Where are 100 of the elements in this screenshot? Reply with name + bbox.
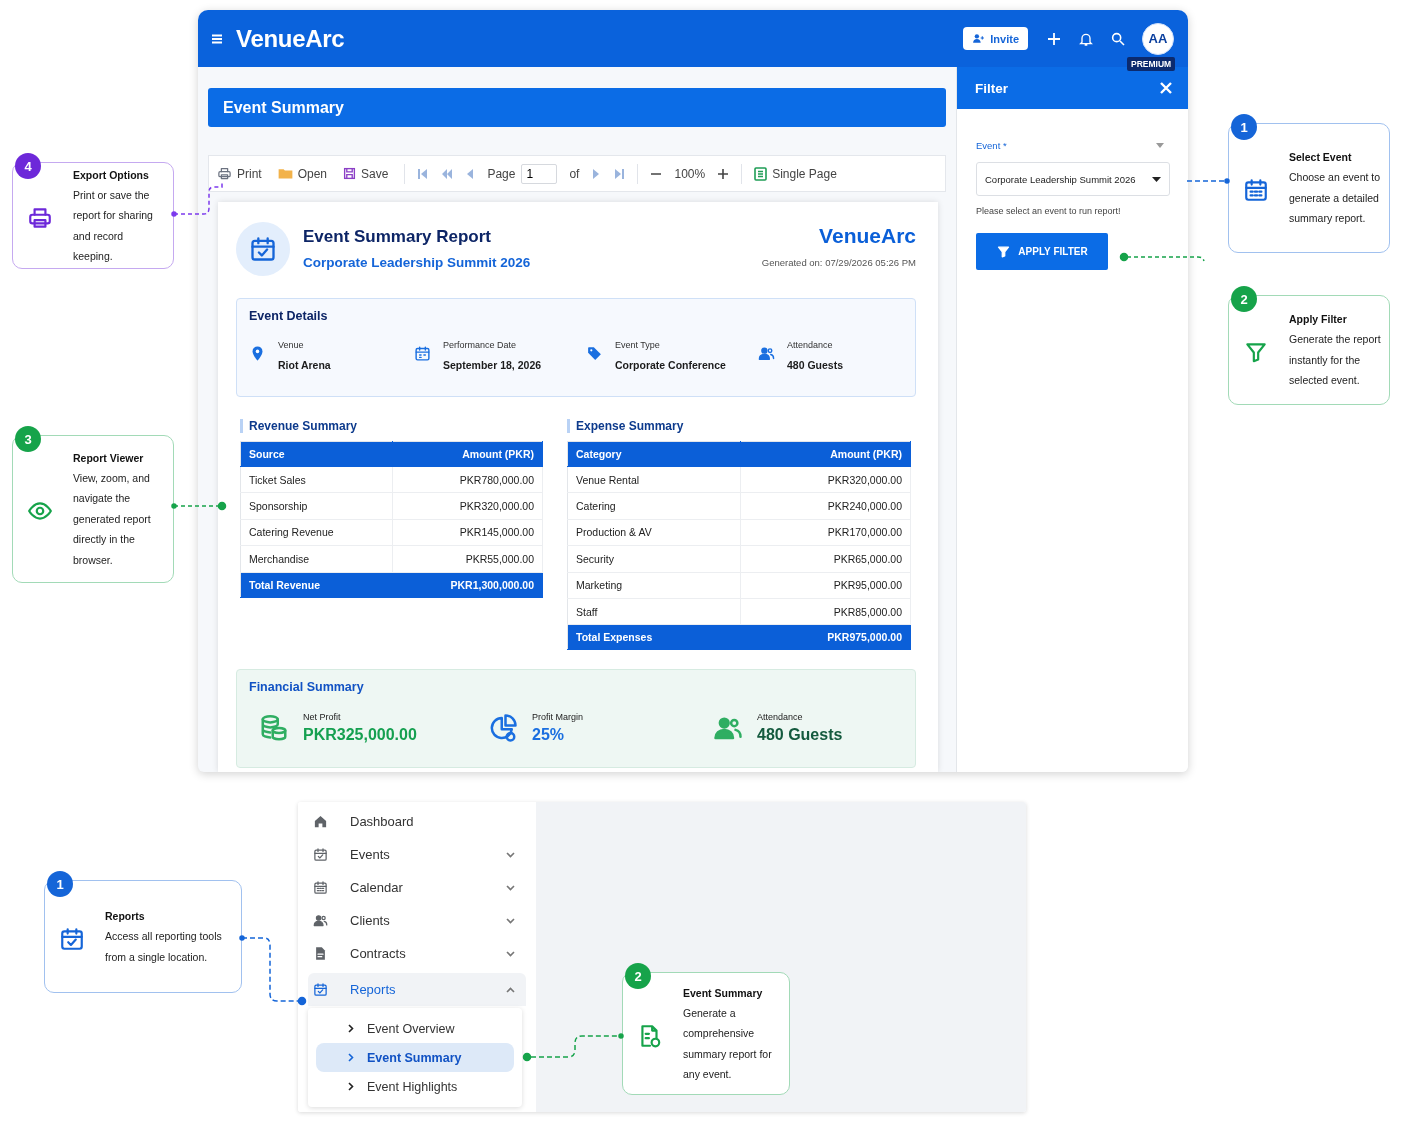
section-title: Revenue Summary: [240, 419, 543, 433]
total-value: PKR975,000.00: [740, 624, 911, 650]
callout-text: Generate the report instantly for the selected event.: [1289, 332, 1381, 389]
submenu-item[interactable]: Event Summary: [316, 1043, 514, 1072]
column-header: Amount (PKR): [392, 441, 543, 467]
table-cell: PKR240,000.00: [740, 492, 911, 520]
page-label: Page: [487, 166, 516, 181]
column-header: Category: [567, 441, 741, 467]
table-cell: Staff: [567, 598, 741, 625]
table-cell: Marketing: [567, 572, 741, 599]
invite-button[interactable]: Invite: [963, 27, 1028, 50]
table-cell: Venue Rental: [567, 466, 741, 493]
sidebar-item[interactable]: Reports: [308, 973, 526, 1006]
total-label: Total Expenses: [567, 624, 741, 650]
callout-title: Report Viewer: [73, 451, 145, 464]
document-icon: [313, 946, 328, 961]
callout-title: Select Event: [1289, 151, 1353, 164]
table-cell: PKR95,000.00: [740, 572, 911, 599]
step-number: 2: [625, 963, 651, 989]
connector-line: [239, 935, 307, 1006]
calendar-icon: [414, 345, 431, 362]
section-title: Expense Summary: [567, 419, 911, 433]
table-cell: Catering: [567, 492, 741, 520]
table-cell: PKR780,000.00: [392, 466, 543, 493]
apply-filter-button[interactable]: APPLY FILTER: [976, 233, 1108, 270]
calendar-icon: [313, 880, 328, 895]
connector-line: [171, 182, 223, 217]
detail-label: Venue: [278, 340, 305, 350]
table-cell: Security: [567, 545, 741, 573]
callout-text: Print or save the report for sharing and record keeping.: [73, 187, 154, 264]
metric-value: 25%: [532, 726, 566, 745]
sidebar-item[interactable]: Contracts: [308, 937, 526, 970]
table-cell: PKR65,000.00: [740, 545, 911, 573]
field-label: Event *: [976, 140, 1007, 151]
sidebar-item[interactable]: Clients: [308, 904, 526, 937]
calendar-check-icon: [313, 847, 328, 862]
chevron-icon: [348, 1053, 354, 1062]
total-value: PKR1,300,000.00: [392, 572, 543, 598]
table-cell: Production & AV: [567, 519, 741, 546]
callout-title: Reports: [105, 910, 146, 922]
callout-title: Apply Filter: [1289, 313, 1348, 326]
table-cell: PKR320,000.00: [740, 466, 911, 493]
metric-value: PKR325,000.00: [303, 726, 417, 745]
step-number: 2: [1231, 286, 1257, 312]
connector-line: [171, 501, 227, 511]
detail-label: Attendance: [787, 340, 834, 350]
metric-label: Profit Margin: [532, 712, 584, 723]
sidebar-item[interactable]: Events: [308, 838, 526, 871]
people-icon: [758, 345, 775, 362]
sidebar-item[interactable]: Calendar: [308, 871, 526, 904]
page-title: Event Summary: [208, 88, 946, 127]
callout-title: Export Options: [73, 168, 150, 181]
caret-icon: [1156, 143, 1164, 148]
step-number: 1: [47, 871, 73, 897]
step-number: 4: [15, 153, 41, 179]
table-cell: PKR145,000.00: [392, 519, 543, 546]
column-header: Source: [240, 441, 393, 467]
single-page-button[interactable]: Single Page: [754, 166, 841, 181]
section-title: Financial Summary: [249, 680, 365, 695]
add-user-icon: [972, 32, 986, 45]
save-button[interactable]: Save: [343, 166, 393, 181]
submenu-item[interactable]: Event Overview: [316, 1014, 514, 1043]
filter-icon: [996, 244, 1012, 259]
brand-logo: VenueArc: [818, 224, 916, 248]
table-cell: PKR55,000.00: [392, 545, 543, 573]
detail-value: Riot Arena: [278, 359, 331, 371]
detail-value: Corporate Conference: [615, 359, 726, 371]
zoom-in-icon[interactable]: [717, 167, 730, 180]
detail-value: September 18, 2026: [443, 359, 542, 371]
connector-line: [1186, 178, 1230, 184]
callout-text: Access all reporting tools from a single location.: [105, 929, 223, 965]
metric-value: 480 Guests: [757, 726, 843, 745]
brand-logo[interactable]: VenueArc: [236, 24, 345, 53]
metric-label: Net Profit: [303, 712, 342, 723]
event-name: Corporate Leadership Summit 2026: [303, 255, 531, 270]
calendar-icon: [1243, 177, 1269, 203]
sidebar-item[interactable]: Dashboard: [308, 805, 526, 838]
field-hint: Please select an event to run report!: [976, 206, 1122, 216]
total-label: Total Revenue: [240, 572, 393, 598]
search-icon[interactable]: [1110, 30, 1126, 47]
open-button[interactable]: Open: [277, 166, 332, 181]
close-icon[interactable]: [1160, 82, 1172, 94]
user-avatar[interactable]: AA: [1142, 22, 1174, 55]
submenu-item[interactable]: Event Highlights: [316, 1072, 514, 1101]
zoom-level: 100%: [674, 166, 706, 181]
table-cell: Merchandise: [240, 545, 393, 573]
chevron-icon: [348, 1082, 354, 1091]
page-number-field[interactable]: 1: [521, 163, 558, 184]
detail-label: Performance Date: [443, 340, 518, 350]
page-count-label: of: [569, 166, 580, 181]
table-cell: Sponsorship: [240, 492, 393, 520]
table-cell: PKR170,000.00: [740, 519, 911, 546]
tag-icon: [586, 345, 603, 362]
detail-value: 480 Guests: [787, 359, 844, 371]
printer-icon: [217, 166, 232, 181]
calendar-check-icon: [59, 925, 85, 952]
event-dropdown[interactable]: Corporate Leadership Summit 2026: [976, 162, 1170, 196]
plus-icon[interactable]: [1046, 30, 1062, 47]
caret-icon: [1152, 176, 1161, 182]
print-button[interactable]: Print: [217, 166, 266, 181]
